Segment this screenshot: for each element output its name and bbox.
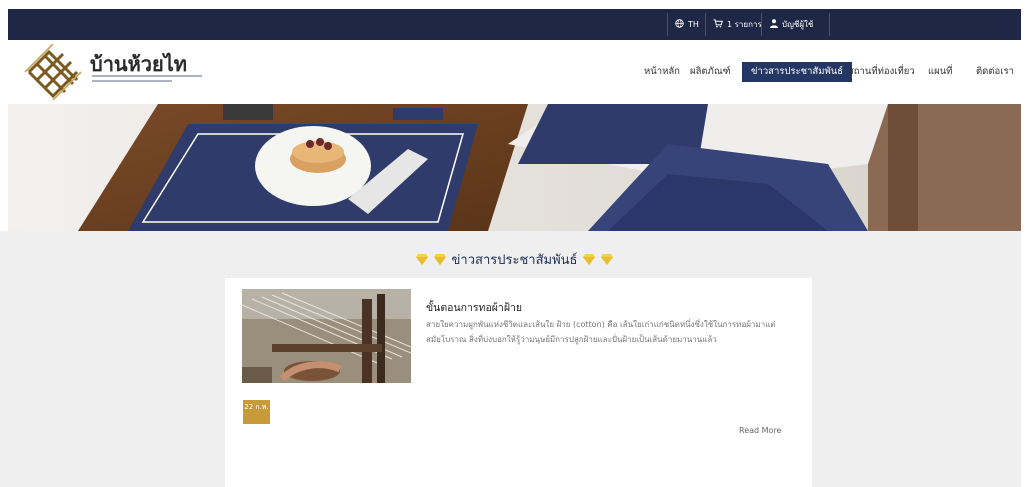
news-post-card: ขั้นตอนการทอผ้าฝ้าย สายใยความผูกพันแห่งช… bbox=[225, 278, 812, 487]
user-icon bbox=[770, 19, 778, 30]
language-switcher[interactable]: TH bbox=[675, 9, 699, 40]
diamond-icon bbox=[415, 254, 428, 265]
post-date-badge: 22 ก.พ. bbox=[243, 400, 270, 424]
topbar-divider bbox=[705, 13, 706, 36]
nav-item-news[interactable]: ข่าวสารประชาสัมพันธ์ bbox=[742, 62, 853, 82]
post-thumbnail[interactable] bbox=[242, 289, 411, 383]
globe-icon bbox=[675, 19, 684, 30]
post-excerpt: สายใยความผูกพันแห่งชีวิตและเส้นใย ฝ้าย (… bbox=[426, 320, 776, 344]
nav-item-products[interactable]: ผลิตภัณฑ์ bbox=[690, 62, 731, 82]
cart-icon bbox=[713, 19, 723, 30]
site-logo[interactable] bbox=[23, 43, 83, 101]
diamond-icon bbox=[601, 254, 614, 265]
topbar-divider bbox=[829, 13, 830, 36]
topbar-divider bbox=[667, 13, 668, 36]
topbar-divider bbox=[761, 13, 762, 36]
language-label: TH bbox=[688, 20, 699, 29]
site-header: บ้านห้วยไท หน้าหลัก ผลิตภัณฑ์ ข่าวสารประ… bbox=[8, 40, 1021, 104]
hero-banner-image bbox=[8, 104, 1021, 231]
account-label: บัญชีผู้ใช้ bbox=[782, 20, 814, 29]
section-title: ข่าวสารประชาสัมพันธ์ bbox=[451, 253, 578, 268]
site-tagline bbox=[92, 75, 202, 84]
diamond-icon bbox=[583, 254, 596, 265]
nav-item-home[interactable]: หน้าหลัก bbox=[644, 62, 680, 82]
read-more-link[interactable]: Read More bbox=[739, 426, 781, 435]
nav-item-map[interactable]: แผนที่ bbox=[928, 62, 952, 82]
section-heading: ข่าวสารประชาสัมพันธ์ bbox=[0, 249, 1029, 270]
top-utility-bar: TH 1 รายการ บัญชีผู้ใช้ bbox=[8, 9, 1021, 40]
post-title[interactable]: ขั้นตอนการทอผ้าฝ้าย bbox=[426, 299, 522, 316]
account-link[interactable]: บัญชีผู้ใช้ bbox=[770, 9, 813, 40]
cart-link[interactable]: 1 รายการ bbox=[713, 9, 762, 40]
cart-count-label: 1 รายการ bbox=[727, 20, 762, 29]
diamond-icon bbox=[433, 254, 446, 265]
nav-item-attractions[interactable]: สถานที่ท่องเที่ยว bbox=[848, 62, 915, 82]
nav-item-contact[interactable]: ติดต่อเรา bbox=[976, 62, 1014, 82]
